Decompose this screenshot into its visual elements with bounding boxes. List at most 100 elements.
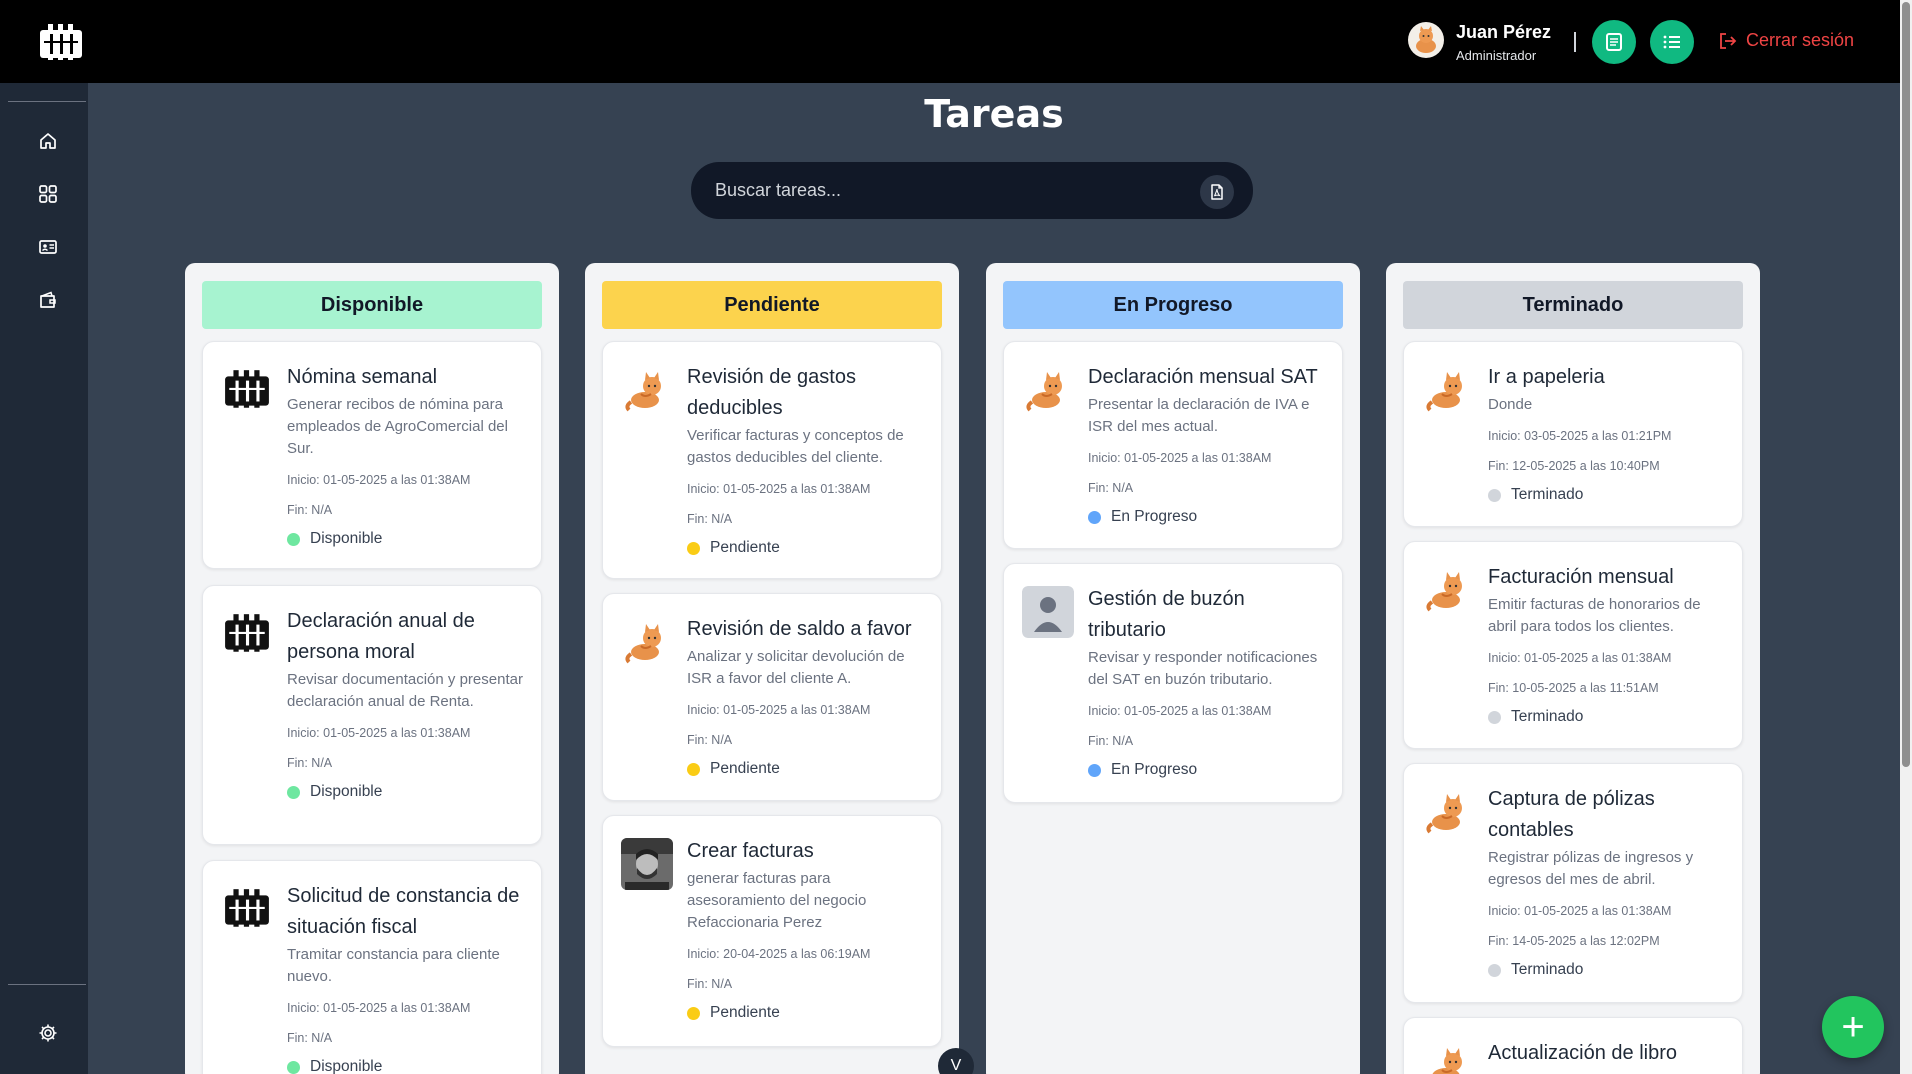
status-label: Terminado xyxy=(1511,486,1584,503)
task-avatar xyxy=(1422,786,1474,838)
task-card[interactable]: Gestión de buzón tributario Revisar y res… xyxy=(1003,563,1343,803)
task-title: Revisión de saldo a favor xyxy=(687,618,912,640)
task-avatar xyxy=(621,838,673,890)
app-logo[interactable] xyxy=(38,20,84,66)
task-avatar xyxy=(1422,364,1474,416)
task-end-date: Fin: N/A xyxy=(1088,734,1134,748)
task-start-date: Inicio: 20-04-2025 a las 06:19AM xyxy=(687,947,871,961)
status-dot xyxy=(287,1060,300,1074)
sidebar-separator xyxy=(8,984,86,985)
task-card[interactable]: Revisión de saldo a favor Analizar y soli… xyxy=(602,593,942,801)
home-icon xyxy=(40,133,56,149)
sidebar-item-clients[interactable] xyxy=(36,235,60,259)
add-task-button[interactable]: + xyxy=(1822,996,1884,1058)
search-bar xyxy=(691,162,1253,219)
sidebar-item-home[interactable] xyxy=(36,129,60,153)
task-body: Ir a papeleria Donde Inicio: 03-05-2025 a … xyxy=(1488,362,1728,504)
task-start-date: Inicio: 03-05-2025 a las 01:21PM xyxy=(1488,429,1672,443)
status-dot xyxy=(687,1006,700,1020)
task-end-date: Fin: 14-05-2025 a las 12:02PM xyxy=(1488,934,1660,948)
document-icon xyxy=(1606,33,1622,51)
page-scrollbar[interactable] xyxy=(1900,0,1912,1074)
task-card[interactable]: Nómina semanal Generar recibos de nómina … xyxy=(202,341,542,569)
status-label: En Progreso xyxy=(1111,761,1198,778)
task-status: Disponible xyxy=(287,783,527,801)
task-status: Terminado xyxy=(1488,961,1728,979)
task-title: Declaración anual de persona moral xyxy=(287,610,475,663)
status-label: Terminado xyxy=(1511,708,1584,725)
task-card[interactable]: Crear facturas generar facturas para ases… xyxy=(602,815,942,1047)
task-avatar xyxy=(621,616,673,668)
task-end-date: Fin: N/A xyxy=(1088,481,1134,495)
task-description: Verificar facturas y conceptos de gastos… xyxy=(687,427,904,466)
column-terminado: Terminado Ir a papeleria Donde Inicio: 03-0… xyxy=(1386,263,1760,1074)
column-header: Pendiente xyxy=(602,281,942,329)
task-description: Tramitar constancia para cliente nuevo. xyxy=(287,946,500,985)
task-card[interactable]: Declaración mensual SAT Presentar la decl… xyxy=(1003,341,1343,549)
task-avatar xyxy=(621,364,673,416)
status-label: Terminado xyxy=(1511,961,1584,978)
task-card[interactable]: Declaración anual de persona moral Revisa… xyxy=(202,585,542,845)
user-avatar[interactable] xyxy=(1408,22,1444,58)
task-start-date: Inicio: 01-05-2025 a las 01:38AM xyxy=(1488,651,1672,665)
task-start-date: Inicio: 01-05-2025 a las 01:38AM xyxy=(1088,451,1272,465)
task-end-date: Fin: N/A xyxy=(687,977,733,991)
task-body: Captura de pólizas contables Registrar pó… xyxy=(1488,784,1728,979)
task-card[interactable]: Captura de pólizas contables Registrar pó… xyxy=(1403,763,1743,1003)
task-description: Donde xyxy=(1488,396,1533,413)
notes-button[interactable] xyxy=(1592,20,1636,64)
task-status: Pendiente xyxy=(687,539,927,557)
status-label: Pendiente xyxy=(710,1004,780,1021)
status-label: Disponible xyxy=(310,530,383,547)
task-start-date: Inicio: 01-05-2025 a las 01:38AM xyxy=(687,703,871,717)
search-input[interactable] xyxy=(715,162,1175,219)
task-card[interactable]: Solicitud de constancia de situación fis… xyxy=(202,860,542,1074)
divider xyxy=(1574,32,1576,52)
task-end-date: Fin: N/A xyxy=(687,512,733,526)
task-card[interactable]: Revisión de gastos deducibles Verificar f… xyxy=(602,341,942,579)
page-title: Tareas xyxy=(924,92,1064,136)
status-dot xyxy=(687,762,700,776)
task-end-date: Fin: N/A xyxy=(287,1031,333,1045)
task-body: Solicitud de constancia de situación fis… xyxy=(287,881,527,1074)
task-avatar xyxy=(1022,364,1074,416)
sidebar-separator xyxy=(8,101,86,102)
task-title: Declaración mensual SAT xyxy=(1088,366,1318,388)
status-dot xyxy=(687,541,700,555)
status-label: En Progreso xyxy=(1111,508,1198,525)
status-label: Pendiente xyxy=(710,760,780,777)
sidebar-item-wallet[interactable] xyxy=(36,288,60,312)
task-description: Generar recibos de nómina para empleados… xyxy=(287,396,508,457)
logout-icon xyxy=(1720,32,1737,49)
scroll-down-button[interactable]: V xyxy=(938,1048,974,1074)
task-status: Pendiente xyxy=(687,1004,927,1022)
task-card[interactable]: Actualización de libro xyxy=(1403,1017,1743,1074)
task-avatar xyxy=(1422,1040,1474,1074)
task-body: Revisión de saldo a favor Analizar y soli… xyxy=(687,614,927,778)
task-description: Revisar documentación y presentar declar… xyxy=(287,671,523,710)
task-start-date: Inicio: 01-05-2025 a las 01:38AM xyxy=(287,1001,471,1015)
task-end-date: Fin: N/A xyxy=(287,503,333,517)
sidebar-item-dashboard[interactable] xyxy=(36,182,60,206)
status-dot xyxy=(1488,488,1501,502)
user-role: Administrador xyxy=(1456,48,1537,63)
task-card[interactable]: Ir a papeleria Donde Inicio: 03-05-2025 a … xyxy=(1403,341,1743,527)
task-card[interactable]: Facturación mensual Emitir facturas de ho… xyxy=(1403,541,1743,749)
export-pdf-button[interactable] xyxy=(1200,175,1234,209)
task-description: Registrar pólizas de ingresos y egresos … xyxy=(1488,849,1694,888)
task-avatar xyxy=(1422,564,1474,616)
column-pendiente: Pendiente Revisión de gastos deducibles Ve… xyxy=(585,263,959,1074)
logout-button[interactable]: Cerrar sesión xyxy=(1718,30,1854,51)
list-button[interactable] xyxy=(1650,20,1694,64)
task-avatar xyxy=(221,364,273,416)
task-status: Terminado xyxy=(1488,486,1728,504)
task-body: Declaración anual de persona moral Revisa… xyxy=(287,606,527,801)
task-description: Emitir facturas de honorarios de abril p… xyxy=(1488,596,1701,635)
wallet-icon xyxy=(40,291,56,308)
scrollbar-thumb[interactable] xyxy=(1902,2,1910,767)
gear-icon xyxy=(39,1024,57,1042)
top-bar: Juan Pérez Administrador Cerrar sesión xyxy=(0,0,1900,83)
task-start-date: Inicio: 01-05-2025 a las 01:38AM xyxy=(287,726,471,740)
task-body: Crear facturas generar facturas para ases… xyxy=(687,836,927,1022)
sidebar-item-settings[interactable] xyxy=(36,1021,60,1045)
